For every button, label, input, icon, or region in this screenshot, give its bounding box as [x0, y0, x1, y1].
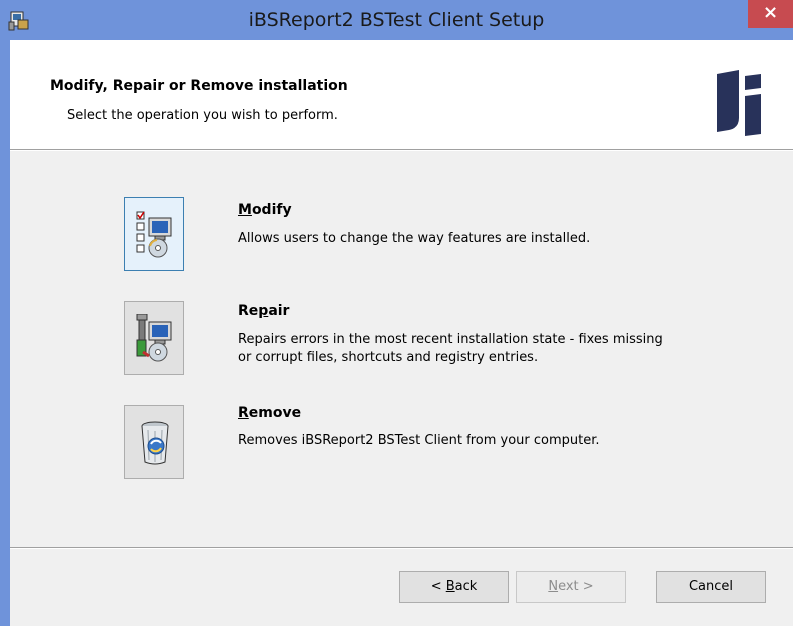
- remove-icon: [141, 421, 169, 465]
- setup-window: iBSReport2 BSTest Client Setup × Modify,…: [0, 0, 793, 626]
- remove-button[interactable]: [124, 405, 184, 479]
- modify-title: Modify: [238, 202, 292, 218]
- title-bar[interactable]: iBSReport2 BSTest Client Setup ×: [0, 0, 793, 40]
- modify-icon: [136, 211, 172, 258]
- footer-separator-highlight: [10, 548, 793, 549]
- close-button[interactable]: ×: [748, 0, 793, 28]
- repair-description: Repairs errors in the most recent instal…: [238, 332, 663, 365]
- banner-title: Modify, Repair or Remove installation: [50, 78, 348, 94]
- back-button[interactable]: < Back: [399, 571, 509, 603]
- modify-description: Allows users to change the way features …: [238, 231, 591, 246]
- repair-button[interactable]: [124, 301, 184, 375]
- window-title: iBSReport2 BSTest Client Setup: [248, 9, 545, 31]
- repair-icon: [136, 314, 172, 362]
- banner-separator-highlight: [10, 150, 793, 151]
- remove-description: Removes iBSReport2 BSTest Client from yo…: [238, 433, 600, 448]
- next-button[interactable]: Next >: [516, 571, 626, 603]
- product-logo-icon: [717, 70, 761, 136]
- repair-title: Repair: [238, 303, 290, 319]
- cancel-button[interactable]: Cancel: [656, 571, 766, 603]
- remove-title: Remove: [238, 405, 302, 421]
- modify-button[interactable]: [124, 197, 184, 271]
- header-banner: Modify, Repair or Remove installation Se…: [10, 40, 793, 149]
- client-area: Modify, Repair or Remove installation Se…: [10, 40, 793, 626]
- banner-subtitle: Select the operation you wish to perform…: [67, 108, 338, 123]
